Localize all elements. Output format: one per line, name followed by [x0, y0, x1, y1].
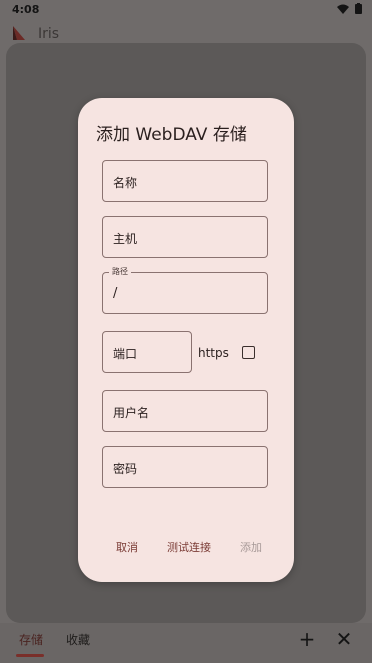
wifi-icon	[337, 4, 349, 14]
username-field[interactable]: 用户名	[102, 390, 268, 432]
battery-icon	[355, 3, 362, 14]
add-button[interactable]: 添加	[240, 539, 262, 555]
host-field[interactable]: 主机	[102, 216, 268, 258]
test-connection-button[interactable]: 测试连接	[167, 539, 211, 555]
name-placeholder: 名称	[113, 176, 138, 190]
close-icon[interactable]: ✕	[332, 627, 356, 651]
status-bar: 4:08	[0, 0, 372, 20]
add-webdav-dialog: 添加 WebDAV 存储 名称 主机 路径 / 端口 https 用户名 密码 …	[78, 98, 294, 582]
path-label: 路径	[109, 266, 131, 277]
tab-favorites[interactable]: 收藏	[66, 631, 90, 648]
plus-icon[interactable]: +	[295, 627, 319, 651]
port-field[interactable]: 端口	[102, 331, 192, 373]
password-placeholder: 密码	[113, 462, 138, 476]
port-placeholder: 端口	[113, 347, 138, 361]
bottom-nav: 存储 收藏 + ✕	[0, 623, 372, 663]
status-time: 4:08	[12, 3, 40, 16]
cancel-button[interactable]: 取消	[116, 539, 138, 555]
app-title: Iris	[38, 26, 60, 42]
https-checkbox[interactable]	[242, 346, 255, 359]
username-placeholder: 用户名	[113, 406, 150, 420]
name-field[interactable]: 名称	[102, 160, 268, 202]
status-icons	[337, 3, 362, 14]
https-label: https	[198, 346, 229, 360]
dialog-title: 添加 WebDAV 存储	[96, 125, 247, 145]
path-field[interactable]: 路径 /	[102, 266, 268, 314]
password-field[interactable]: 密码	[102, 446, 268, 488]
app-logo-icon	[13, 26, 25, 40]
tab-storage[interactable]: 存储	[19, 631, 43, 648]
host-placeholder: 主机	[113, 232, 138, 246]
path-value: /	[113, 286, 118, 301]
tab-indicator	[16, 654, 44, 657]
